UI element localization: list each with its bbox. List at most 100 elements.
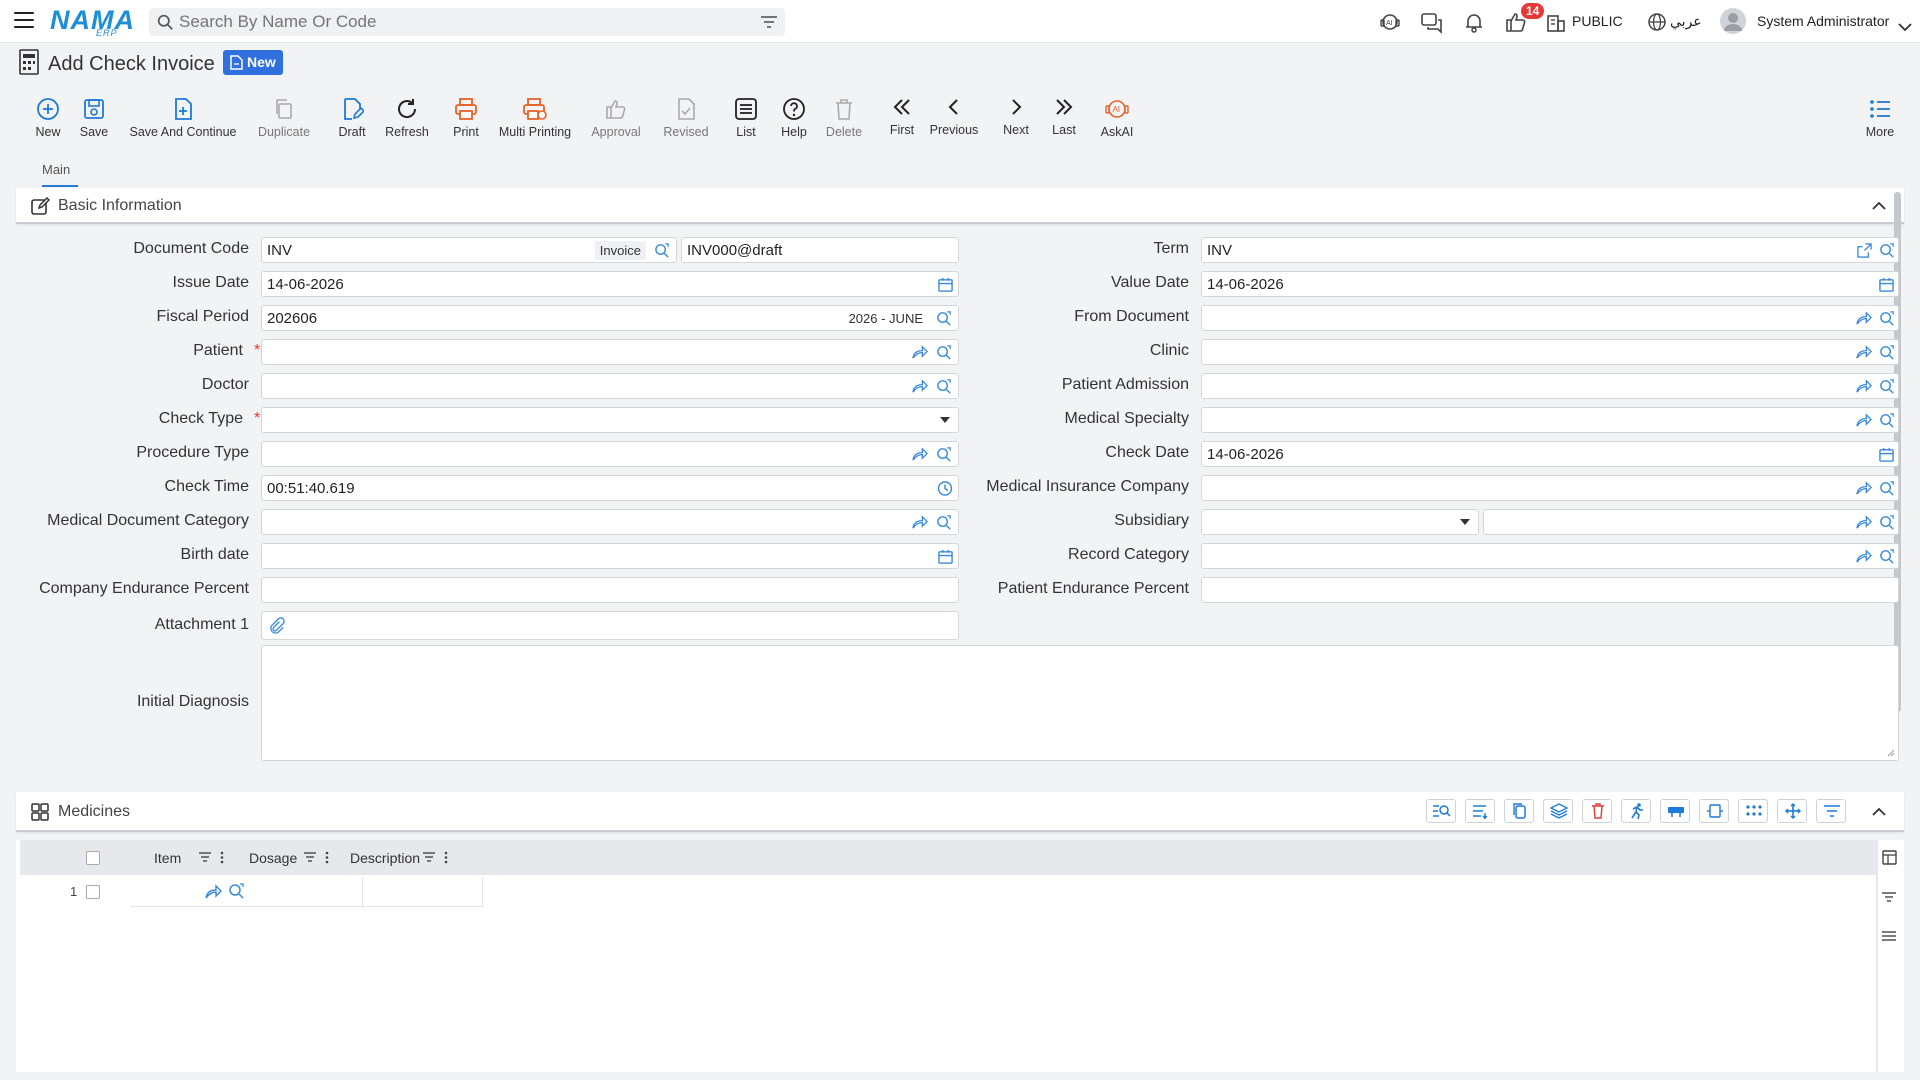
column-header-item[interactable]: Item [154,850,181,866]
print-button[interactable]: Print [446,97,486,139]
columns-panel-icon[interactable] [1882,850,1897,865]
lookup-icon[interactable] [936,378,953,395]
open-link-icon[interactable] [1855,514,1872,531]
lookup-icon[interactable] [1879,378,1896,395]
lookup-icon[interactable] [1879,514,1896,531]
open-link-icon[interactable] [911,514,928,531]
copy-row-button[interactable] [1504,799,1534,823]
language-switch[interactable]: عربي [1670,13,1702,30]
lookup-icon[interactable] [1879,344,1896,361]
clock-icon[interactable] [937,480,953,497]
move-button[interactable] [1777,799,1807,823]
first-button[interactable]: First [882,95,922,137]
approval-button[interactable]: Approval [588,97,644,139]
open-link-icon[interactable] [1855,310,1872,327]
procedure-type-field[interactable] [261,441,959,467]
paperclip-icon[interactable] [268,617,285,634]
next-button[interactable]: Next [996,95,1036,137]
calendar-icon[interactable] [938,548,953,565]
birth-date-field[interactable] [261,543,959,569]
last-button[interactable]: Last [1044,95,1084,137]
resize-handle-icon[interactable] [1887,749,1895,757]
medical-document-category-field[interactable] [261,509,959,535]
filter-button[interactable] [1816,799,1846,823]
open-link-icon[interactable] [911,446,928,463]
revised-button[interactable]: Revised [660,97,712,139]
avatar[interactable] [1720,8,1746,34]
help-button[interactable]: Help [774,97,814,139]
initial-diagnosis-textarea[interactable] [261,645,1899,761]
open-link-icon[interactable] [911,378,928,395]
menu-lines-icon[interactable] [1882,931,1896,942]
draft-button[interactable]: Draft [332,97,372,139]
lookup-icon[interactable] [228,882,246,900]
subsidiary-field[interactable] [1483,509,1899,535]
open-link-icon[interactable] [1855,412,1872,429]
multi-printing-button[interactable]: Multi Printing [494,97,576,139]
document-code-field[interactable]: INV Invoice [261,237,677,263]
save-button[interactable]: Save [74,97,114,139]
fiscal-period-field[interactable]: 202606 2026 - JUNE [261,305,959,331]
open-link-icon[interactable] [1855,344,1872,361]
table-row[interactable]: 1 [20,877,1878,907]
lookup-icon[interactable] [654,242,671,259]
from-document-field[interactable] [1201,305,1899,331]
lookup-icon[interactable] [1879,480,1896,497]
issue-date-field[interactable]: 14-06-2026 [261,271,959,297]
search-rows-button[interactable] [1426,799,1456,823]
chevron-up-icon[interactable] [1872,807,1886,816]
row-checkbox[interactable] [86,885,100,899]
open-link-icon[interactable] [1855,548,1872,565]
menu-icon[interactable] [14,12,34,30]
company-endurance-percent-field[interactable] [261,577,959,603]
more-button[interactable]: More [1860,97,1900,139]
delete-row-button[interactable] [1582,799,1612,823]
term-field[interactable]: INV [1201,237,1899,263]
value-date-field[interactable]: 14-06-2026 [1201,271,1899,297]
delete-button[interactable]: Delete [820,97,868,139]
lookup-icon[interactable] [936,514,953,531]
filter-panel-icon[interactable] [1882,892,1896,903]
open-link-icon[interactable] [1855,378,1872,395]
filter-icon[interactable] [761,15,777,29]
lookup-icon[interactable] [936,344,953,361]
layers-button[interactable] [1543,799,1573,823]
save-and-continue-button[interactable]: Save And Continue [128,97,238,139]
calendar-icon[interactable] [1879,276,1894,293]
column-menu-icon[interactable] [220,851,224,864]
lookup-icon[interactable] [1879,242,1896,259]
run-button[interactable] [1621,799,1651,823]
column-menu-icon[interactable] [444,851,448,864]
subsidiary-type-select[interactable] [1201,509,1479,535]
refresh-button[interactable]: Refresh [382,97,432,139]
select-all-checkbox[interactable] [86,851,100,865]
chevron-down-icon[interactable] [1898,15,1912,39]
medical-insurance-company-field[interactable] [1201,475,1899,501]
user-name[interactable]: System Administrator [1757,13,1889,29]
new-button[interactable]: New [28,97,68,139]
patient-admission-field[interactable] [1201,373,1899,399]
patient-endurance-percent-field[interactable] [1201,577,1899,603]
askai-button[interactable]: AI AskAI [1092,97,1142,139]
list-button[interactable]: List [726,97,766,139]
branch-label[interactable]: PUBLIC [1572,13,1623,29]
lookup-icon[interactable] [1879,412,1896,429]
column-filter-icon[interactable] [304,852,316,863]
medical-specialty-field[interactable] [1201,407,1899,433]
previous-button[interactable]: Previous [924,95,984,137]
add-row-button[interactable] [1465,799,1495,823]
search-input[interactable] [179,11,739,33]
column-menu-icon[interactable] [325,851,329,864]
open-link-icon[interactable] [911,344,928,361]
tab-main[interactable]: Main [42,162,78,187]
open-link-icon[interactable] [204,883,222,901]
record-category-field[interactable] [1201,543,1899,569]
medicines-header[interactable]: Medicines [16,792,1904,832]
logo[interactable]: NAMA ERP [50,5,135,38]
duplicate-button[interactable]: Duplicate [256,97,312,139]
doctor-field[interactable] [261,373,959,399]
check-time-field[interactable]: 00:51:40.619 [261,475,959,501]
calendar-icon[interactable] [1879,446,1894,463]
basic-information-header[interactable]: Basic Information [16,188,1904,224]
item-cell[interactable] [130,877,363,907]
